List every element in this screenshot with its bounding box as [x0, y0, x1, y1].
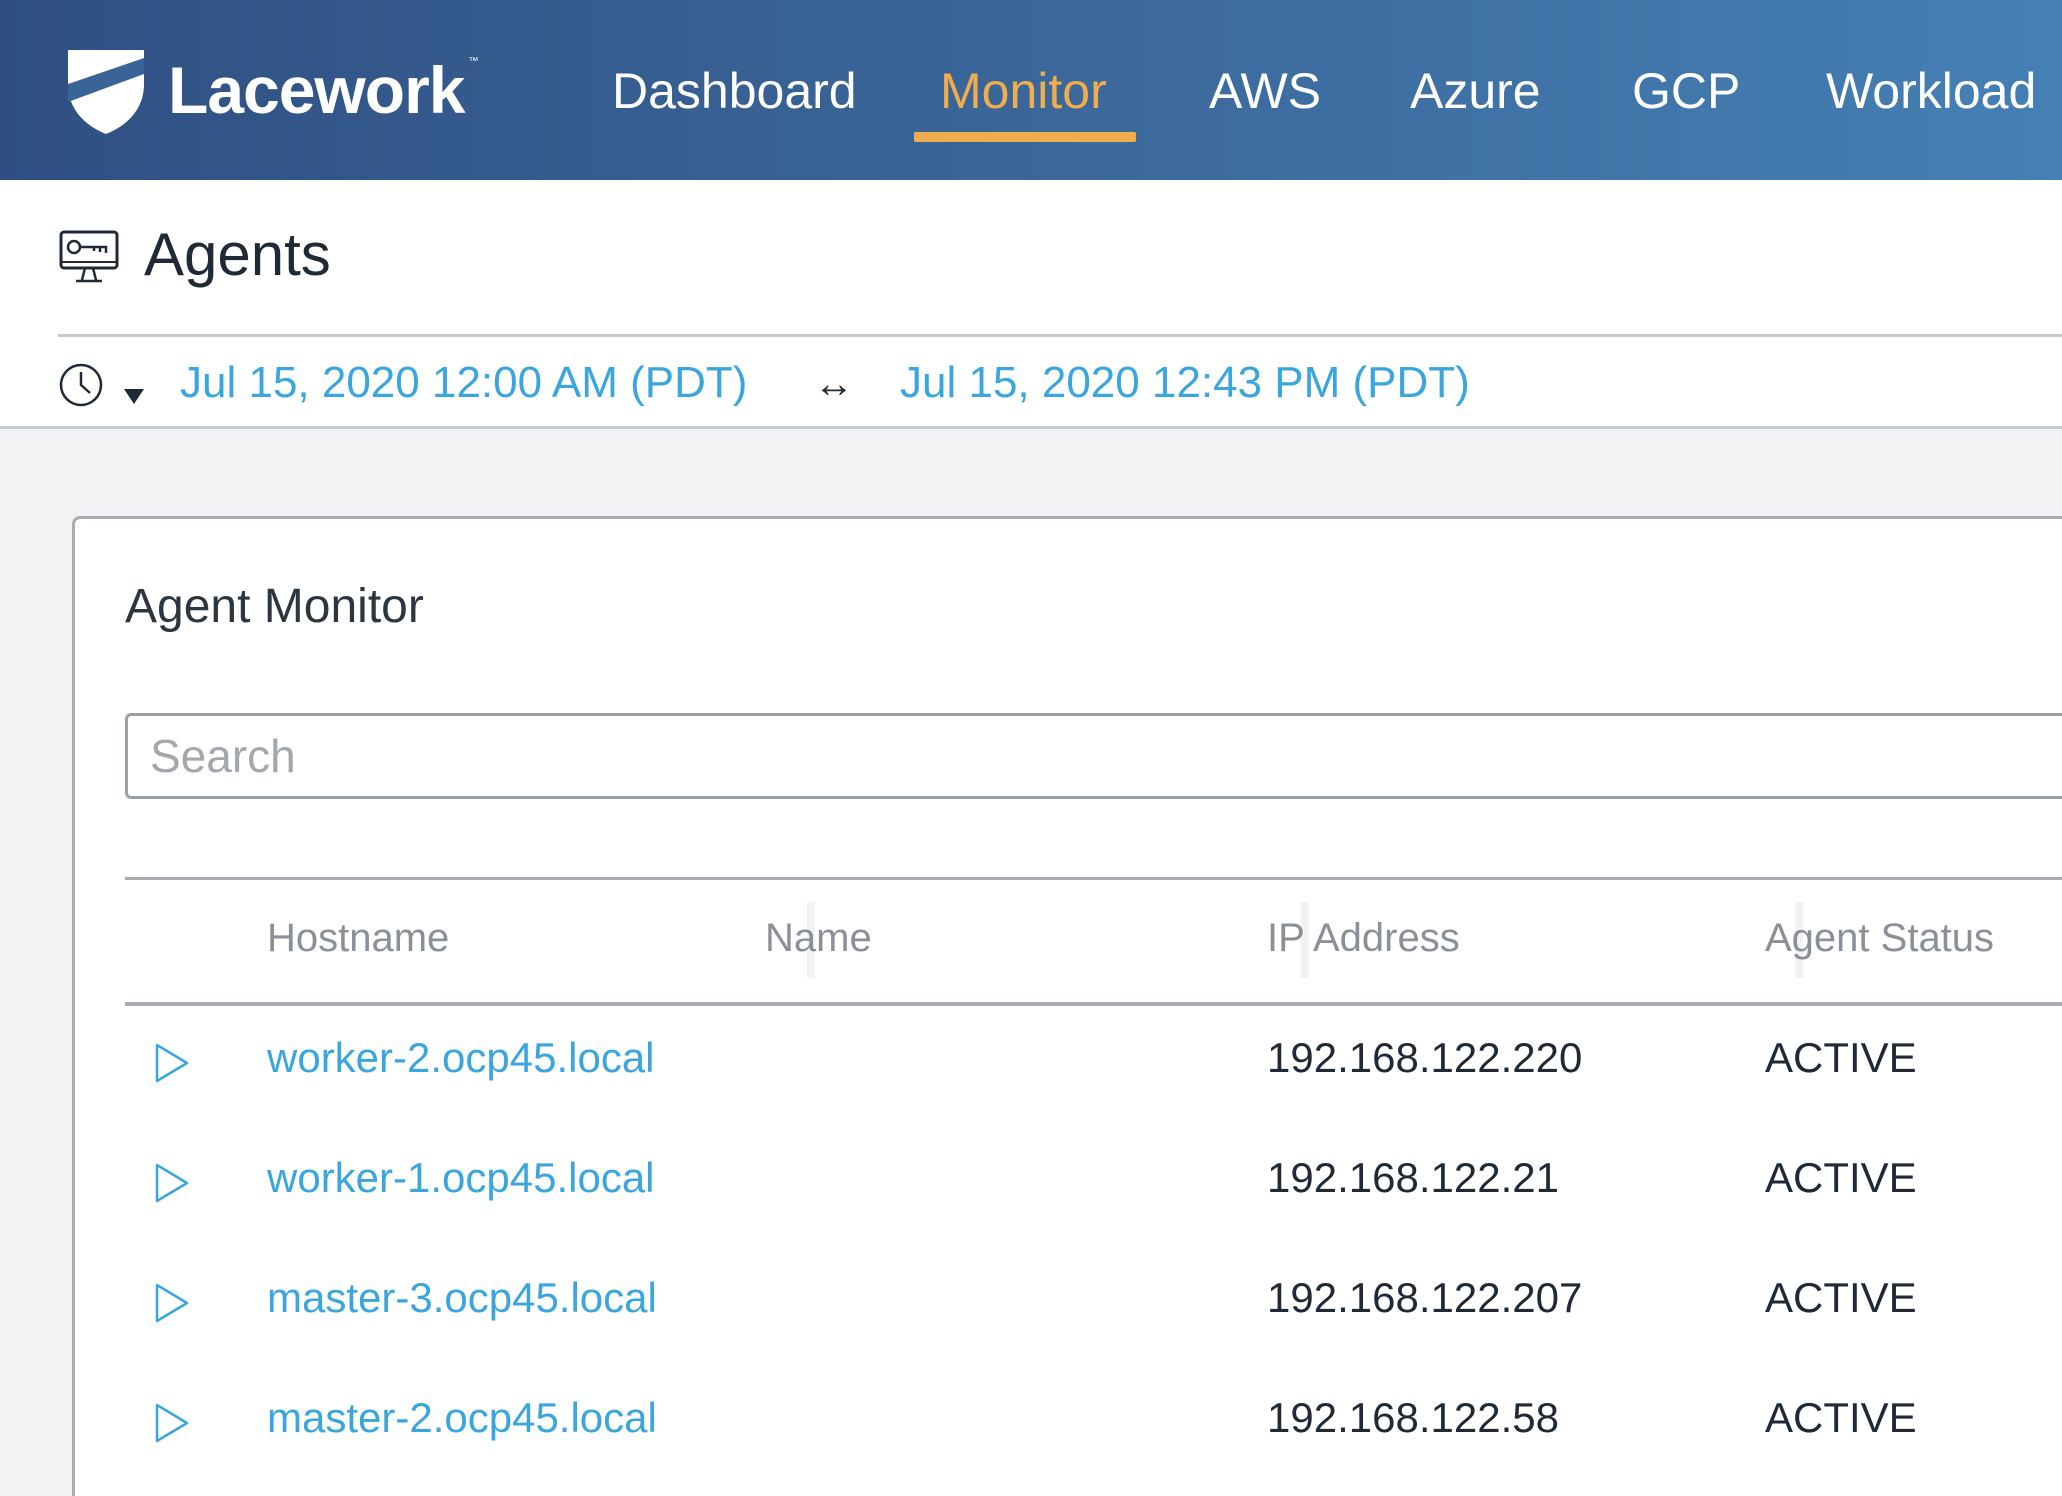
nav-item-aws[interactable]: AWS [1209, 62, 1321, 120]
table-header: Hostname Name IP Address Agent Status [125, 880, 2062, 1002]
time-range-start[interactable]: Jul 15, 2020 12:00 AM (PDT) [180, 358, 747, 408]
agent-status-cell: ACTIVE [1765, 1034, 1917, 1081]
expand-row-icon[interactable] [153, 1402, 191, 1444]
search-input[interactable] [125, 713, 2062, 799]
nav-item-workload[interactable]: Workload [1826, 62, 2036, 120]
hostname-link[interactable]: master-2.ocp45.local [267, 1394, 657, 1442]
main-nav: Dashboard Monitor AWS Azure GCP Workload [0, 0, 2062, 180]
range-separator-icon: ↔ [814, 362, 854, 406]
column-header-ip-address[interactable]: IP Address [1267, 916, 1460, 961]
active-nav-indicator [914, 132, 1136, 142]
nav-item-gcp[interactable]: GCP [1632, 62, 1740, 120]
column-header-name[interactable]: Name [765, 916, 872, 961]
nav-item-azure[interactable]: Azure [1410, 62, 1541, 120]
clock-icon[interactable] [58, 362, 104, 408]
agent-status-cell: ACTIVE [1765, 1154, 1917, 1201]
ip-address-cell: 192.168.122.21 [1267, 1154, 1559, 1201]
caret-down-icon[interactable] [122, 386, 146, 406]
page-title: Agents [144, 221, 331, 288]
agent-status-cell: ACTIVE [1765, 1394, 1917, 1441]
time-range-end[interactable]: Jul 15, 2020 12:43 PM (PDT) [900, 358, 1470, 408]
title-divider [58, 334, 2062, 337]
monitor-key-icon [59, 230, 119, 283]
header-divider [0, 426, 2062, 429]
page-header: Agents Jul 15, 2020 12:00 AM (PDT) ↔ Jul… [0, 180, 2062, 429]
expand-row-icon[interactable] [153, 1282, 191, 1324]
table-row[interactable]: master-2.ocp45.local 192.168.122.58 ACTI… [125, 1366, 2062, 1486]
table-row[interactable]: worker-1.ocp45.local 192.168.122.21 ACTI… [125, 1126, 2062, 1246]
expand-row-icon[interactable] [153, 1042, 191, 1084]
ip-address-cell: 192.168.122.220 [1267, 1034, 1583, 1081]
hostname-link[interactable]: master-3.ocp45.local [267, 1274, 657, 1322]
column-header-hostname[interactable]: Hostname [267, 916, 449, 961]
agent-status-cell: ACTIVE [1765, 1274, 1917, 1321]
ip-address-cell: 192.168.122.58 [1267, 1394, 1559, 1441]
hostname-link[interactable]: worker-1.ocp45.local [267, 1154, 655, 1202]
expand-row-icon[interactable] [153, 1162, 191, 1204]
ip-address-cell: 192.168.122.207 [1267, 1274, 1583, 1321]
top-navigation-bar: Lacework ™ Dashboard Monitor AWS Azure GC… [0, 0, 2062, 180]
hostname-link[interactable]: worker-2.ocp45.local [267, 1034, 655, 1082]
nav-item-monitor[interactable]: Monitor [940, 62, 1107, 120]
nav-item-dashboard[interactable]: Dashboard [612, 62, 857, 120]
table-row[interactable]: worker-2.ocp45.local 192.168.122.220 ACT… [125, 1006, 2062, 1126]
column-header-agent-status[interactable]: Agent Status [1765, 916, 1994, 961]
card-title: Agent Monitor [125, 580, 424, 633]
agent-monitor-card: Agent Monitor Hostname Name IP Address A… [72, 516, 2062, 1496]
table-row[interactable]: master-3.ocp45.local 192.168.122.207 ACT… [125, 1246, 2062, 1366]
